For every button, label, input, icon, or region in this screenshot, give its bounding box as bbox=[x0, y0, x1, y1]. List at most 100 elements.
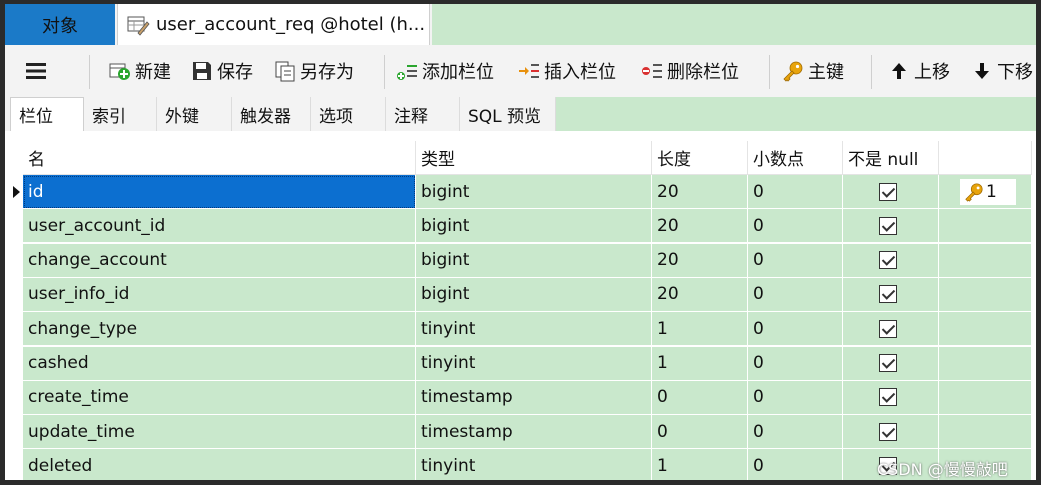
field-decimals-cell[interactable]: 0 bbox=[748, 277, 843, 312]
table-row[interactable]: user_account_id bigint 20 0 bbox=[5, 209, 1036, 244]
tab-objects[interactable]: 对象 bbox=[5, 4, 115, 45]
field-length-cell[interactable]: 20 bbox=[652, 209, 748, 244]
tab-options[interactable]: 选项 bbox=[311, 97, 386, 131]
tab-fields[interactable]: 栏位 bbox=[10, 97, 84, 131]
column-header-decimals[interactable]: 小数点 bbox=[748, 141, 843, 175]
not-null-checkbox[interactable] bbox=[879, 319, 897, 338]
column-header-not-null[interactable]: 不是 null bbox=[843, 141, 939, 175]
field-length-cell[interactable]: 20 bbox=[652, 175, 748, 209]
field-key-cell[interactable] bbox=[939, 277, 1032, 312]
table-row[interactable]: change_account bigint 20 0 bbox=[5, 243, 1036, 278]
field-name-cell[interactable]: cashed bbox=[23, 346, 416, 381]
tab-indexes[interactable]: 索引 bbox=[84, 97, 157, 131]
table-row[interactable]: user_info_id bigint 20 0 bbox=[5, 277, 1036, 312]
column-header-type[interactable]: 类型 bbox=[416, 141, 652, 175]
menu-button[interactable] bbox=[25, 45, 47, 97]
field-decimals-cell[interactable]: 0 bbox=[748, 312, 843, 347]
field-decimals-cell[interactable]: 0 bbox=[748, 449, 843, 480]
not-null-checkbox[interactable] bbox=[879, 422, 897, 441]
key-icon bbox=[782, 60, 804, 82]
field-decimals-cell[interactable]: 0 bbox=[748, 415, 843, 450]
field-name-cell[interactable]: update_time bbox=[23, 415, 416, 450]
field-name-cell-text: id bbox=[28, 181, 44, 202]
save-button[interactable]: 保存 bbox=[191, 45, 253, 97]
field-decimals-cell[interactable]: 0 bbox=[748, 380, 843, 415]
design-subtab-bar: 栏位 索引 外键 触发器 选项 注释 SQL 预览 bbox=[5, 97, 1036, 131]
add-field-button[interactable]: 添加栏位 bbox=[396, 45, 494, 97]
tab-triggers[interactable]: 触发器 bbox=[232, 97, 311, 131]
field-key-cell[interactable]: 1 bbox=[939, 175, 1032, 209]
column-header-key[interactable] bbox=[939, 141, 1032, 175]
field-type-cell[interactable]: bigint bbox=[416, 175, 652, 209]
field-key-cell[interactable] bbox=[939, 312, 1032, 347]
field-type-cell[interactable]: bigint bbox=[416, 277, 652, 312]
field-decimals-cell[interactable]: 0 bbox=[748, 209, 843, 244]
primary-key-badge: 1 bbox=[960, 178, 1016, 205]
field-name-cell[interactable]: user_info_id bbox=[23, 277, 416, 312]
field-decimals-cell[interactable]: 0 bbox=[748, 243, 843, 278]
table-row[interactable]: id bigint 20 0 1 bbox=[5, 175, 1036, 209]
field-not-null-cell bbox=[843, 346, 939, 381]
not-null-checkbox[interactable] bbox=[879, 251, 897, 270]
field-length-cell[interactable]: 0 bbox=[652, 380, 748, 415]
field-length-cell[interactable]: 0 bbox=[652, 415, 748, 450]
tab-foreign-keys[interactable]: 外键 bbox=[157, 97, 232, 131]
field-key-cell[interactable] bbox=[939, 380, 1032, 415]
field-name-cell[interactable]: id bbox=[23, 175, 416, 209]
column-header-length[interactable]: 长度 bbox=[652, 141, 748, 175]
field-decimals-cell[interactable]: 0 bbox=[748, 346, 843, 381]
field-key-cell[interactable] bbox=[939, 346, 1032, 381]
tab-objects-label: 对象 bbox=[42, 15, 78, 37]
not-null-checkbox[interactable] bbox=[879, 388, 897, 407]
column-header-not-null-label: 不是 null bbox=[848, 150, 919, 170]
field-type-cell[interactable]: tinyint bbox=[416, 312, 652, 347]
toolbar-separator bbox=[384, 55, 385, 89]
field-decimals-cell[interactable]: 0 bbox=[748, 175, 843, 209]
field-type-cell[interactable]: bigint bbox=[416, 243, 652, 278]
move-down-button[interactable]: 下移 bbox=[971, 45, 1033, 97]
not-null-checkbox[interactable] bbox=[879, 354, 897, 372]
tab-comment[interactable]: 注释 bbox=[386, 97, 460, 131]
table-row[interactable]: cashed tinyint 1 0 bbox=[5, 346, 1036, 381]
not-null-checkbox[interactable] bbox=[879, 285, 897, 304]
move-up-button[interactable]: 上移 bbox=[888, 45, 950, 97]
new-button[interactable]: 新建 bbox=[109, 45, 171, 97]
field-name-cell[interactable]: change_account bbox=[23, 243, 416, 278]
hamburger-menu-icon bbox=[25, 60, 47, 82]
field-not-null-cell bbox=[843, 415, 939, 450]
primary-key-button[interactable]: 主键 bbox=[782, 45, 844, 97]
field-type-cell-text: timestamp bbox=[421, 421, 513, 442]
delete-field-button-label: 删除栏位 bbox=[667, 62, 739, 83]
field-length-cell[interactable]: 20 bbox=[652, 277, 748, 312]
table-row[interactable]: update_time timestamp 0 0 bbox=[5, 415, 1036, 450]
delete-field-button[interactable]: 删除栏位 bbox=[641, 45, 739, 97]
not-null-checkbox[interactable] bbox=[879, 216, 897, 235]
field-type-cell[interactable]: tinyint bbox=[416, 346, 652, 381]
insert-field-button[interactable]: 插入栏位 bbox=[518, 45, 616, 97]
field-key-cell[interactable] bbox=[939, 209, 1032, 244]
field-length-cell[interactable]: 1 bbox=[652, 346, 748, 381]
tab-sql-preview[interactable]: SQL 预览 bbox=[460, 97, 556, 131]
not-null-checkbox[interactable] bbox=[879, 182, 897, 201]
save-as-button[interactable]: 另存为 bbox=[274, 45, 354, 97]
field-key-cell[interactable] bbox=[939, 415, 1032, 450]
field-type-cell[interactable]: tinyint bbox=[416, 449, 652, 480]
field-name-cell[interactable]: create_time bbox=[23, 380, 416, 415]
field-length-cell[interactable]: 1 bbox=[652, 312, 748, 347]
move-down-button-label: 下移 bbox=[997, 62, 1033, 83]
field-name-cell[interactable]: user_account_id bbox=[23, 209, 416, 244]
field-key-cell[interactable] bbox=[939, 243, 1032, 278]
grid-header: 名 类型 长度 小数点 不是 null bbox=[5, 141, 1036, 175]
field-type-cell[interactable]: bigint bbox=[416, 209, 652, 244]
field-name-cell[interactable]: deleted bbox=[23, 449, 416, 480]
table-row[interactable]: change_type tinyint 1 0 bbox=[5, 312, 1036, 347]
tab-table-design[interactable]: user_account_req @hotel (h... bbox=[117, 4, 430, 45]
field-type-cell[interactable]: timestamp bbox=[416, 380, 652, 415]
table-row[interactable]: create_time timestamp 0 0 bbox=[5, 380, 1036, 415]
field-length-cell[interactable]: 20 bbox=[652, 243, 748, 278]
field-name-cell[interactable]: change_type bbox=[23, 312, 416, 347]
delete-field-icon bbox=[641, 60, 663, 82]
field-type-cell[interactable]: timestamp bbox=[416, 415, 652, 450]
column-header-name[interactable]: 名 bbox=[23, 141, 416, 175]
field-length-cell[interactable]: 1 bbox=[652, 449, 748, 480]
